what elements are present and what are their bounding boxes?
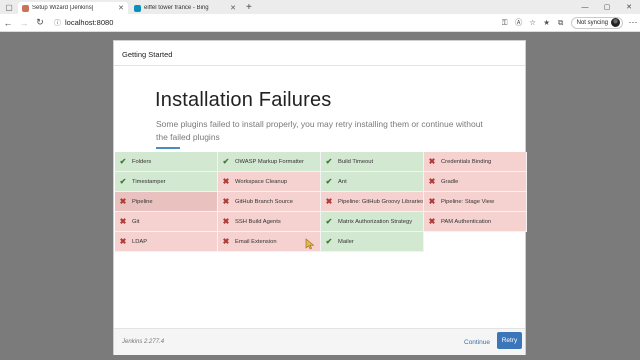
close-tab-icon[interactable]: ✕ <box>118 4 124 12</box>
browser-tab-bar: ▢ Setup Wizard [Jenkins] ✕ eiffel tower … <box>0 0 640 14</box>
plugin-name: SSH Build Agents <box>235 218 281 225</box>
x-icon: ✖ <box>222 217 230 226</box>
plugin-item: ✔ Matrix Authorization Strategy <box>321 212 424 232</box>
dialog-header: Getting Started <box>114 41 525 66</box>
url-text: localhost:8080 <box>65 18 114 27</box>
plugin-name: Workspace Cleanup <box>235 178 288 185</box>
url-field[interactable]: ⓘ localhost:8080 <box>48 16 498 30</box>
plugin-name: Pipeline: Stage View <box>441 198 495 205</box>
plugin-item: ✖ Credentials Binding <box>424 152 527 172</box>
jenkins-favicon-icon <box>22 4 29 12</box>
profile-sync-button[interactable]: Not syncing <box>570 16 623 29</box>
key-icon[interactable]: ⚿ <box>498 16 512 30</box>
check-icon: ✔ <box>325 237 333 246</box>
info-icon[interactable]: ⓘ <box>54 18 61 28</box>
plugin-item: ✔ Mailer <box>321 232 424 252</box>
close-tab-icon[interactable]: ✕ <box>230 4 236 12</box>
plugin-item: ✔ Ant <box>321 172 424 192</box>
favorites-list-icon[interactable]: ★ <box>540 16 554 30</box>
plugin-name: Pipeline <box>132 198 153 205</box>
tab-title: Setup Wizard [Jenkins] <box>32 5 94 11</box>
tab-setup-wizard[interactable]: Setup Wizard [Jenkins] ✕ <box>18 2 128 14</box>
plugin-item: ✖ PAM Authentication <box>424 212 527 232</box>
plugin-item: ✖ GitHub Branch Source <box>218 192 321 212</box>
version-label: Jenkins 2.277.4 <box>122 339 165 345</box>
tab-title: eiffel tower france - Bing <box>144 5 209 11</box>
title-underline <box>156 147 180 149</box>
plugin-name: LDAP <box>132 238 148 245</box>
more-menu-icon[interactable]: ⋯ <box>626 17 640 28</box>
plugin-name: Build Timeout <box>338 158 374 165</box>
plugin-name: PAM Authentication <box>441 218 492 225</box>
collections-icon[interactable]: ⧉ <box>554 16 568 30</box>
plugin-name: Git <box>132 218 140 225</box>
avatar <box>611 18 620 27</box>
plugin-item: ✖ LDAP <box>115 232 218 252</box>
minimize-icon[interactable]: — <box>574 0 596 14</box>
plugin-item: ✖ Pipeline: GitHub Groovy Libraries <box>321 192 424 212</box>
mouse-cursor-icon <box>305 238 315 250</box>
x-icon: ✖ <box>428 217 436 226</box>
page-subtitle: Some plugins failed to install properly,… <box>156 119 483 142</box>
plugin-name: Ant <box>338 178 347 185</box>
x-icon: ✖ <box>222 197 230 206</box>
plugin-name: Mailer <box>338 238 354 245</box>
plugin-name: Gradle <box>441 178 459 185</box>
back-icon[interactable]: ← <box>0 15 16 31</box>
check-icon: ✔ <box>325 157 333 166</box>
forward-icon[interactable]: → <box>16 15 32 31</box>
plugin-name: OWASP Markup Formatter <box>235 158 304 165</box>
maximize-icon[interactable]: ▢ <box>596 0 618 14</box>
check-icon: ✔ <box>222 157 230 166</box>
x-icon: ✖ <box>222 177 230 186</box>
plugin-item: ✖ SSH Build Agents <box>218 212 321 232</box>
favorite-icon[interactable]: ☆ <box>526 16 540 30</box>
x-icon: ✖ <box>222 237 230 246</box>
plugin-item: ✔ Build Timeout <box>321 152 424 172</box>
plugin-status-grid: ✔ Folders ✔ OWASP Markup Formatter ✔ Build Ti… <box>115 152 529 252</box>
plugin-item: ✖ Pipeline: Stage View <box>424 192 527 212</box>
bing-favicon-icon <box>134 4 141 12</box>
close-window-icon[interactable]: ✕ <box>618 0 640 14</box>
plugin-item: ✖ Git <box>115 212 218 232</box>
plugin-name: Pipeline: GitHub Groovy Libraries <box>338 198 424 205</box>
x-icon: ✖ <box>119 217 127 226</box>
plugin-name: Folders <box>132 158 152 165</box>
address-bar: ← → ↻ ⓘ localhost:8080 ⚿ Ⓐ ☆ ★ ⧉ Not syn… <box>0 14 640 32</box>
plugin-name: GitHub Branch Source <box>235 198 293 205</box>
page-title: Installation Failures <box>155 89 332 111</box>
x-icon: ✖ <box>119 237 127 246</box>
continue-button[interactable]: Continue <box>460 334 494 350</box>
new-tab-button[interactable]: + <box>242 2 256 14</box>
x-icon: ✖ <box>119 197 127 206</box>
check-icon: ✔ <box>325 217 333 226</box>
plugin-item: ✔ OWASP Markup Formatter <box>218 152 321 172</box>
tab-bing[interactable]: eiffel tower france - Bing ✕ <box>130 2 240 14</box>
plugin-item: ✔ Folders <box>115 152 218 172</box>
dialog-footer: Jenkins 2.277.4 Continue Retry <box>114 328 525 355</box>
check-icon: ✔ <box>325 177 333 186</box>
plugin-name: Email Extension <box>235 238 277 245</box>
check-icon: ✔ <box>119 157 127 166</box>
setup-wizard-dialog: Getting Started Installation Failures So… <box>113 40 529 355</box>
window-menu-icon[interactable]: ▢ <box>0 0 18 14</box>
plugin-name: Credentials Binding <box>441 158 492 165</box>
plugin-name: Timestamper <box>132 178 166 185</box>
x-icon: ✖ <box>325 197 333 206</box>
plugin-item: ✖ Gradle <box>424 172 527 192</box>
read-aloud-icon[interactable]: Ⓐ <box>512 16 526 30</box>
plugin-item: ✖ Pipeline <box>115 192 218 212</box>
check-icon: ✔ <box>119 177 127 186</box>
plugin-item: ✖ Workspace Cleanup <box>218 172 321 192</box>
x-icon: ✖ <box>428 197 436 206</box>
x-icon: ✖ <box>428 157 436 166</box>
x-icon: ✖ <box>428 177 436 186</box>
refresh-icon[interactable]: ↻ <box>32 15 48 31</box>
sync-label: Not syncing <box>576 19 608 26</box>
plugin-item: ✔ Timestamper <box>115 172 218 192</box>
retry-button[interactable]: Retry <box>497 332 522 349</box>
plugin-name: Matrix Authorization Strategy <box>338 218 413 225</box>
